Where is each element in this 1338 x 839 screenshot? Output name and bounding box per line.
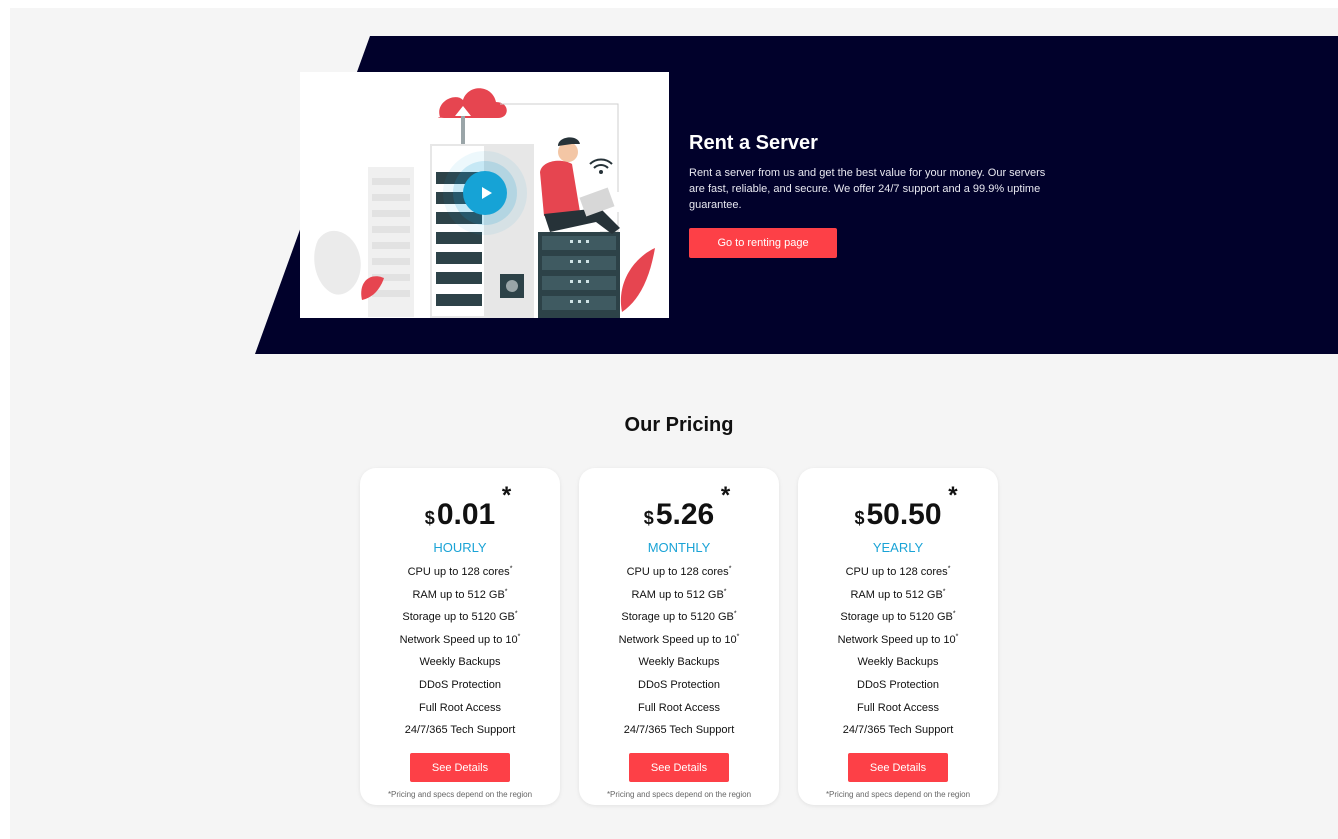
list-item: 24/7/365 Tech Support: [623, 724, 735, 737]
see-details-button[interactable]: See Details: [848, 753, 948, 782]
list-item: DDoS Protection: [857, 678, 939, 691]
price: $5.26 *: [643, 482, 730, 532]
pricing-card-yearly: $50.50 * YEARLY CPU up to 128 cores* RAM…: [798, 468, 998, 805]
price-row: $50.50 *: [798, 482, 998, 534]
plan-period: HOURLY: [433, 540, 487, 555]
see-details-button[interactable]: See Details: [410, 753, 510, 782]
price: $0.01 *: [424, 482, 511, 532]
see-details-button[interactable]: See Details: [629, 753, 729, 782]
list-item: CPU up to 128 cores*: [626, 565, 732, 578]
price-row: $0.01 *: [360, 482, 560, 534]
plan-period: MONTHLY: [647, 540, 711, 555]
pricing-section-title: Our Pricing: [624, 414, 734, 436]
list-item: Weekly Backups: [419, 656, 501, 669]
price-asterisk: *: [720, 482, 731, 509]
hero-description: Rent a server from us and get the best v…: [689, 167, 1046, 211]
list-item: Storage up to 5120 GB*: [621, 610, 737, 624]
pricing-footnote: *Pricing and specs depend on the region: [606, 790, 752, 799]
price: $50.50 *: [854, 482, 957, 532]
pricing-footnote: *Pricing and specs depend on the region: [387, 790, 533, 799]
list-item: Storage up to 5120 GB*: [840, 610, 956, 624]
hero-text-block: Rent a Server Rent a server from us and …: [689, 132, 1059, 213]
feature-list: CPU up to 128 cores* RAM up to 512 GB* S…: [579, 561, 779, 742]
list-item: Network Speed up to 10*: [837, 633, 959, 646]
currency-symbol: $: [424, 508, 435, 528]
list-item: Network Speed up to 10*: [399, 633, 521, 646]
pricing-cards: $0.01 * HOURLY CPU up to 128 cores* RAM …: [360, 468, 1000, 805]
list-item: RAM up to 512 GB*: [412, 587, 508, 601]
list-item: Full Root Access: [419, 701, 501, 714]
list-item: Full Root Access: [857, 701, 939, 714]
list-item: Weekly Backups: [638, 656, 720, 669]
list-item: DDoS Protection: [419, 678, 501, 691]
plan-period: YEARLY: [872, 540, 924, 555]
list-item: RAM up to 512 GB*: [850, 587, 946, 601]
price-amount: 0.01: [436, 498, 496, 531]
server-illustration: [300, 72, 669, 318]
currency-symbol: $: [854, 508, 865, 528]
play-icon: [481, 187, 492, 199]
list-item: Storage up to 5120 GB*: [402, 610, 518, 624]
hero-title: Rent a Server: [689, 132, 818, 154]
play-video-button[interactable]: [463, 171, 507, 215]
price-row: $5.26 *: [579, 482, 779, 534]
list-item: Weekly Backups: [857, 656, 939, 669]
list-item: 24/7/365 Tech Support: [404, 724, 516, 737]
pricing-footnote: *Pricing and specs depend on the region: [825, 790, 971, 799]
price-asterisk: *: [501, 482, 512, 509]
list-item: 24/7/365 Tech Support: [842, 724, 954, 737]
feature-list: CPU up to 128 cores* RAM up to 512 GB* S…: [360, 561, 560, 742]
price-amount: 5.26: [655, 498, 715, 531]
list-item: Network Speed up to 10*: [618, 633, 740, 646]
list-item: CPU up to 128 cores*: [407, 565, 513, 578]
list-item: Full Root Access: [638, 701, 720, 714]
pricing-card-hourly: $0.01 * HOURLY CPU up to 128 cores* RAM …: [360, 468, 560, 805]
list-item: RAM up to 512 GB*: [631, 587, 727, 601]
feature-list: CPU up to 128 cores* RAM up to 512 GB* S…: [798, 561, 998, 742]
list-item: DDoS Protection: [638, 678, 720, 691]
price-asterisk: *: [948, 482, 958, 509]
pricing-card-monthly: $5.26 * MONTHLY CPU up to 128 cores* RAM…: [579, 468, 779, 805]
currency-symbol: $: [643, 508, 654, 528]
price-amount: 50.50: [866, 498, 942, 531]
list-item: CPU up to 128 cores*: [845, 565, 951, 578]
go-to-renting-page-button[interactable]: Go to renting page: [689, 228, 837, 258]
